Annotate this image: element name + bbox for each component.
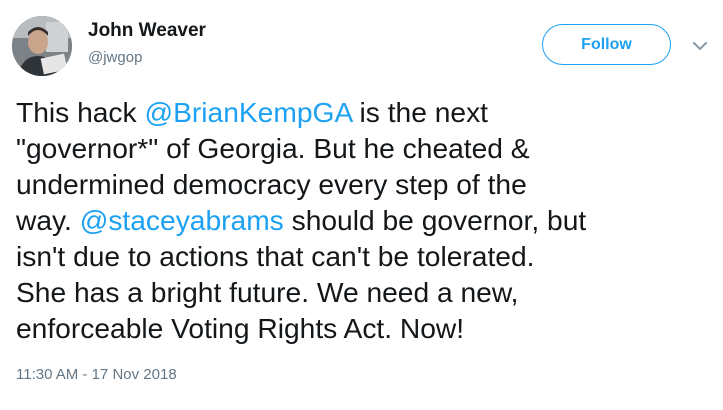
tweet-line: undermined democracy every step of the <box>16 168 527 200</box>
user-handle[interactable]: @jwgop <box>88 49 142 66</box>
avatar[interactable] <box>12 16 72 76</box>
chevron-down-icon[interactable] <box>690 36 710 56</box>
tweet-line: This hack @BrianKempGA is the next <box>16 94 716 130</box>
display-name[interactable]: John Weaver <box>88 20 206 42</box>
tweet-text: This hack @BrianKempGA is the next "gove… <box>16 94 716 346</box>
tweet-line: way. @staceyabrams should be governor, b… <box>16 202 716 238</box>
tweet-text-segment: This hack <box>16 96 145 128</box>
tweet-text-segment: is the next <box>351 96 489 128</box>
tweet-text-segment: way. <box>16 204 80 236</box>
tweet-timestamp[interactable]: 11:30 AM - 17 Nov 2018 <box>16 366 177 383</box>
mention-link[interactable]: @staceyabrams <box>80 204 284 236</box>
tweet-line: She has a bright future. We need a new, <box>16 276 519 308</box>
follow-button[interactable]: Follow <box>542 24 671 65</box>
tweet-line: "governor*" of Georgia. But he cheated & <box>16 132 530 164</box>
tweet-text-segment: should be governor, but <box>283 204 587 236</box>
mention-link[interactable]: @BrianKempGA <box>144 96 351 128</box>
tweet-line: isn't due to actions that can't be toler… <box>16 240 535 272</box>
tweet-line: enforceable Voting Rights Act. Now! <box>16 312 465 344</box>
avatar-image <box>12 16 72 76</box>
